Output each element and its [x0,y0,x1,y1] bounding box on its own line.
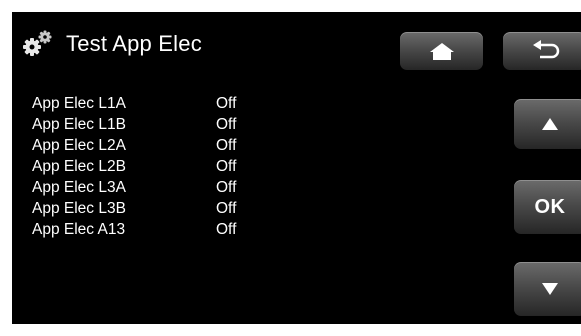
list-item[interactable]: App Elec L3B Off [32,198,276,219]
item-name: App Elec A13 [32,221,126,238]
item-value: Off [216,95,237,112]
item-name: App Elec L3B [32,200,126,217]
list-item[interactable]: App Elec L3A Off [32,177,276,198]
list-item[interactable]: App Elec L2A Off [32,135,276,156]
list-item[interactable]: App Elec A13 Off [32,219,276,240]
item-name: App Elec L2A [32,137,126,154]
item-value: Off [216,158,237,175]
item-name: App Elec L3A [32,179,126,196]
list-item[interactable]: App Elec L1B Off [32,114,276,135]
list-item[interactable]: App Elec L1A Off [32,93,276,114]
scroll-down-button[interactable] [514,262,581,316]
ok-button[interactable]: OK [514,180,581,234]
down-arrow-icon [542,283,558,295]
ok-label: OK [534,195,566,218]
item-value: Off [216,179,237,196]
home-icon [429,43,454,60]
list-item[interactable]: App Elec L2B Off [32,156,276,177]
item-value: Off [216,137,237,154]
item-name: App Elec L2B [32,158,126,175]
item-name: App Elec L1A [32,95,126,112]
item-value: Off [216,221,237,238]
item-value: Off [216,200,237,217]
home-button[interactable] [400,32,483,70]
up-arrow-icon [542,118,558,130]
app-elec-list: App Elec L1A Off App Elec L1B Off App El… [32,93,276,240]
header: Test App Elec [20,26,202,62]
gears-icon [20,29,54,59]
item-name: App Elec L1B [32,116,126,133]
back-button[interactable] [503,32,581,70]
item-value: Off [216,116,237,133]
device-screen: Test App Elec App Elec L1A Off App Elec … [12,12,581,324]
page-title: Test App Elec [66,31,202,56]
back-arrow-icon [532,40,559,59]
scroll-up-button[interactable] [514,99,581,149]
